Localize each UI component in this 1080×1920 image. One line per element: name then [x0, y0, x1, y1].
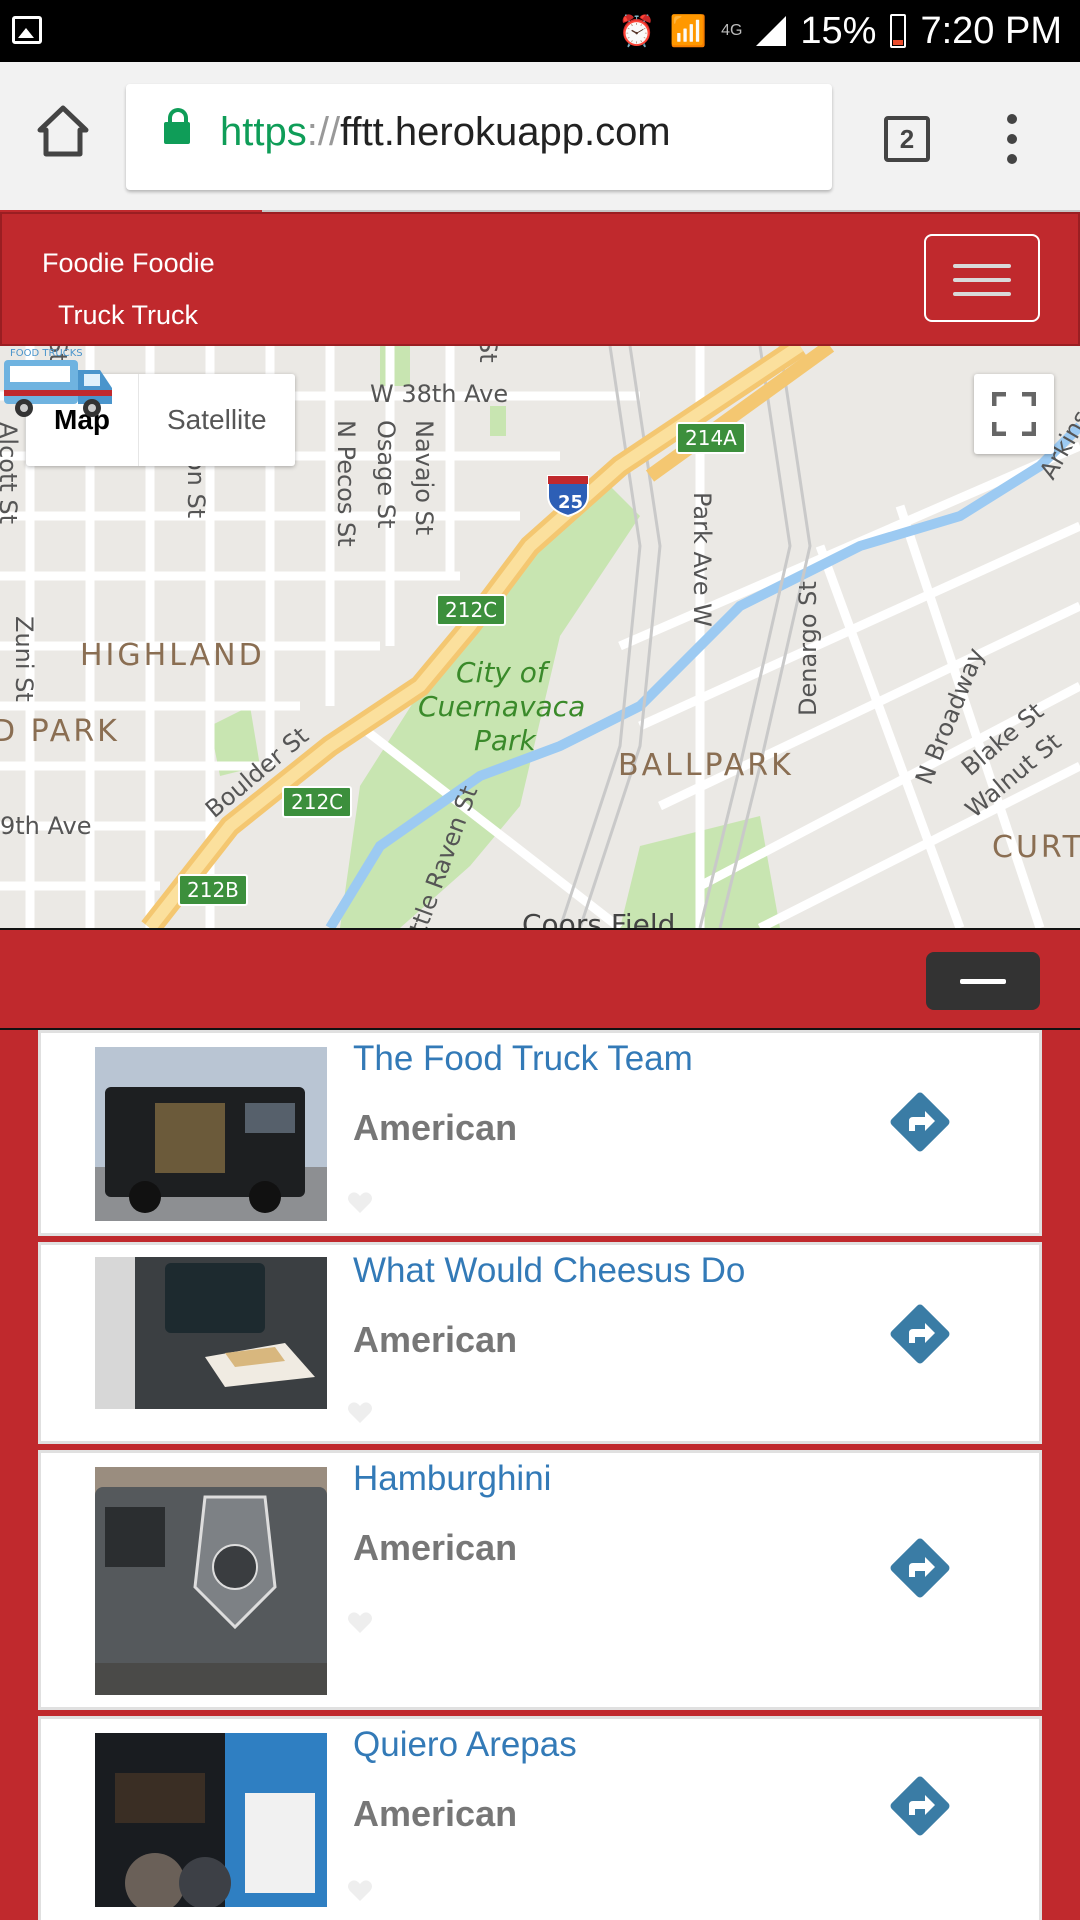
truck-card[interactable]: The Food Truck Team American: [38, 1030, 1042, 1236]
map-label-st-2: St: [474, 346, 502, 363]
exit-shield-214a: 214A: [676, 422, 746, 454]
exit-shield-212c-north: 212C: [436, 594, 507, 626]
network-type: 4G: [721, 22, 743, 39]
collapse-list-button[interactable]: [926, 952, 1040, 1010]
map-label-curt: CURT: [992, 830, 1080, 865]
address-bar[interactable]: https://fftt.herokuapp.com: [126, 84, 832, 190]
map-label-coors: Coors Field: [522, 908, 676, 928]
directions-icon[interactable]: [889, 1537, 951, 1599]
truck-cuisine: American: [353, 1527, 518, 1568]
map-label-park-ave: Park Ave W: [688, 492, 716, 627]
truck-card[interactable]: Hamburghini American: [38, 1450, 1042, 1710]
map-label-navajo: Navajo St: [410, 420, 438, 536]
map-label-denargo: Denargo St: [794, 581, 822, 716]
exit-shield-212b: 212B: [178, 874, 248, 906]
status-icons: ⏰ 📶 4G 15% 7:20 PM: [618, 8, 1062, 54]
map-type-satellite-button[interactable]: Satellite: [139, 374, 295, 466]
favorite-heart-icon[interactable]: [347, 1401, 373, 1425]
brand-line-1[interactable]: Foodie Foodie: [42, 248, 215, 279]
map-label-w38th: W 38th Ave: [370, 380, 509, 408]
food-truck-map-marker[interactable]: FOOD TRUCKS: [0, 346, 118, 424]
list-panel-header: [0, 928, 1080, 1030]
map-label-alcott: Alcott St: [0, 422, 22, 525]
favorite-heart-icon[interactable]: [347, 1879, 373, 1903]
favorite-heart-icon[interactable]: [347, 1191, 373, 1215]
truck-card[interactable]: Quiero Arepas American: [38, 1716, 1042, 1920]
status-bar: ⏰ 📶 4G 15% 7:20 PM: [0, 0, 1080, 62]
map-label-ballpark: BALLPARK: [618, 748, 794, 783]
truck-name[interactable]: The Food Truck Team: [353, 1039, 693, 1079]
map-view[interactable]: 25 W 38th Ave HIGHLAND D PARK BALLPARK C…: [0, 346, 1080, 928]
tab-switcher-button[interactable]: 2: [884, 116, 930, 162]
truck-list: The Food Truck Team American What Would …: [38, 1030, 1042, 1920]
truck-marker-text: FOOD TRUCKS: [10, 348, 83, 359]
map-label-highland: HIGHLAND: [80, 638, 265, 673]
map-label-ninth: 9th Ave: [0, 812, 92, 840]
fullscreen-icon: [992, 392, 1036, 436]
brand-line-2[interactable]: Truck Truck: [58, 300, 198, 331]
gallery-notification-icon: [12, 16, 42, 44]
map-label-city-park-1: City of: [456, 656, 547, 689]
home-icon[interactable]: [36, 104, 90, 158]
signal-icon: [756, 16, 787, 46]
battery-percent: 15%: [800, 9, 877, 52]
truck-name[interactable]: Hamburghini: [353, 1459, 551, 1499]
truck-photo: [95, 1467, 327, 1695]
truck-photo: [95, 1257, 327, 1409]
fullscreen-button[interactable]: [974, 374, 1054, 454]
url-text: https://fftt.herokuapp.com: [220, 110, 671, 154]
favorite-heart-icon[interactable]: [347, 1611, 373, 1635]
map-label-park: D PARK: [0, 714, 120, 749]
battery-icon: [890, 14, 907, 48]
lock-icon: [164, 108, 190, 144]
truck-cuisine: American: [353, 1319, 518, 1360]
interstate-number: 25: [558, 492, 583, 513]
browser-toolbar: https://fftt.herokuapp.com 2: [0, 62, 1080, 214]
truck-photo: [95, 1733, 327, 1907]
nav-toggle-button[interactable]: [924, 234, 1040, 322]
map-label-pecos: N Pecos St: [332, 420, 360, 547]
directions-icon[interactable]: [889, 1303, 951, 1365]
truck-cuisine: American: [353, 1107, 518, 1148]
map-label-city-park-2: Cuernavaca: [418, 690, 586, 723]
map-label-city-park-3: Park: [474, 724, 536, 757]
truck-cuisine: American: [353, 1793, 518, 1834]
truck-name[interactable]: Quiero Arepas: [353, 1725, 577, 1765]
truck-name[interactable]: What Would Cheesus Do: [353, 1251, 745, 1291]
overflow-menu-icon[interactable]: [1006, 114, 1018, 164]
exit-shield-212c-south: 212C: [282, 786, 353, 818]
map-label-zuni: Zuni St: [10, 616, 38, 702]
truck-photo: [95, 1047, 327, 1221]
directions-icon[interactable]: [889, 1091, 951, 1153]
clock: 7:20 PM: [920, 9, 1062, 52]
alarm-icon: ⏰: [618, 14, 656, 48]
truck-card[interactable]: What Would Cheesus Do American: [38, 1242, 1042, 1444]
site-navbar: Foodie Foodie Truck Truck: [0, 212, 1080, 346]
wifi-icon: 📶: [669, 14, 708, 48]
directions-icon[interactable]: [889, 1775, 951, 1837]
map-label-osage: Osage St: [372, 420, 400, 529]
